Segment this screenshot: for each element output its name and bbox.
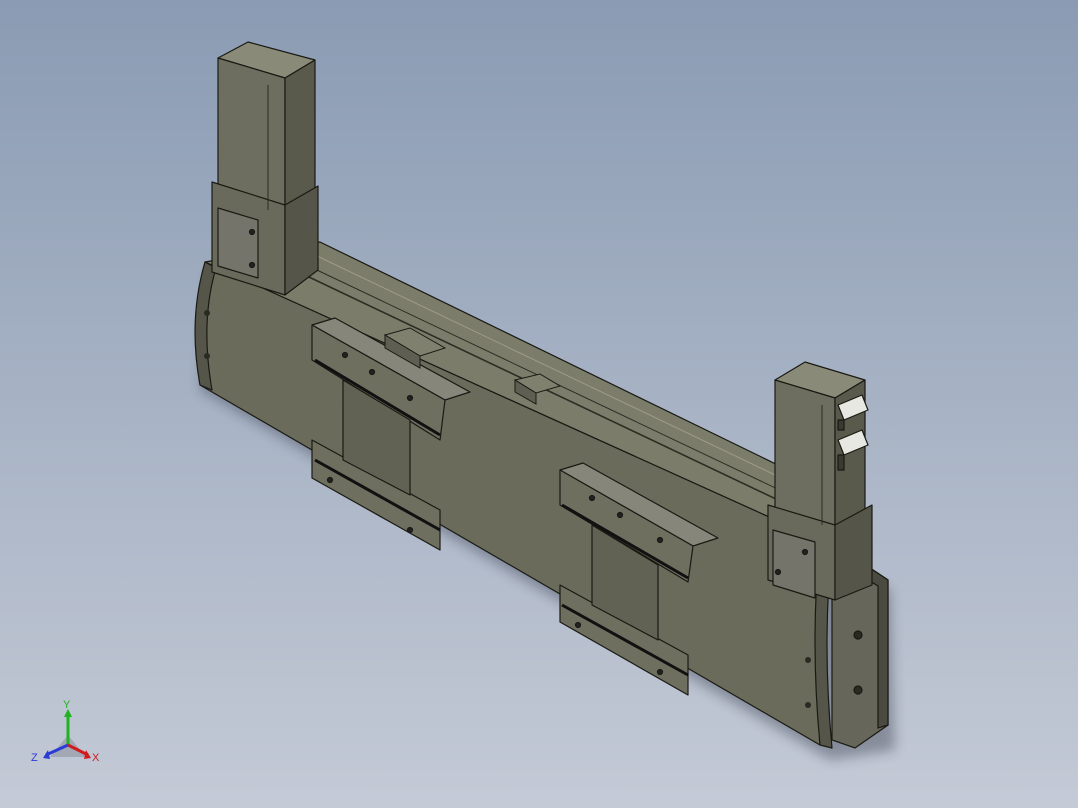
left-motor[interactable] xyxy=(211,41,319,296)
z-axis-label: Z xyxy=(31,752,38,764)
linear-module-3d-model[interactable] xyxy=(0,0,1078,808)
x-axis-label: X xyxy=(92,752,100,764)
rail-body[interactable] xyxy=(194,241,861,749)
y-axis-label: Y xyxy=(63,699,71,711)
x-axis-arrow xyxy=(84,750,91,759)
right-motor[interactable] xyxy=(767,361,873,601)
graphics-viewport[interactable]: Y X Z xyxy=(0,0,1078,808)
view-orientation-triad[interactable]: Y X Z xyxy=(28,695,108,775)
z-axis-arrow xyxy=(43,750,50,759)
